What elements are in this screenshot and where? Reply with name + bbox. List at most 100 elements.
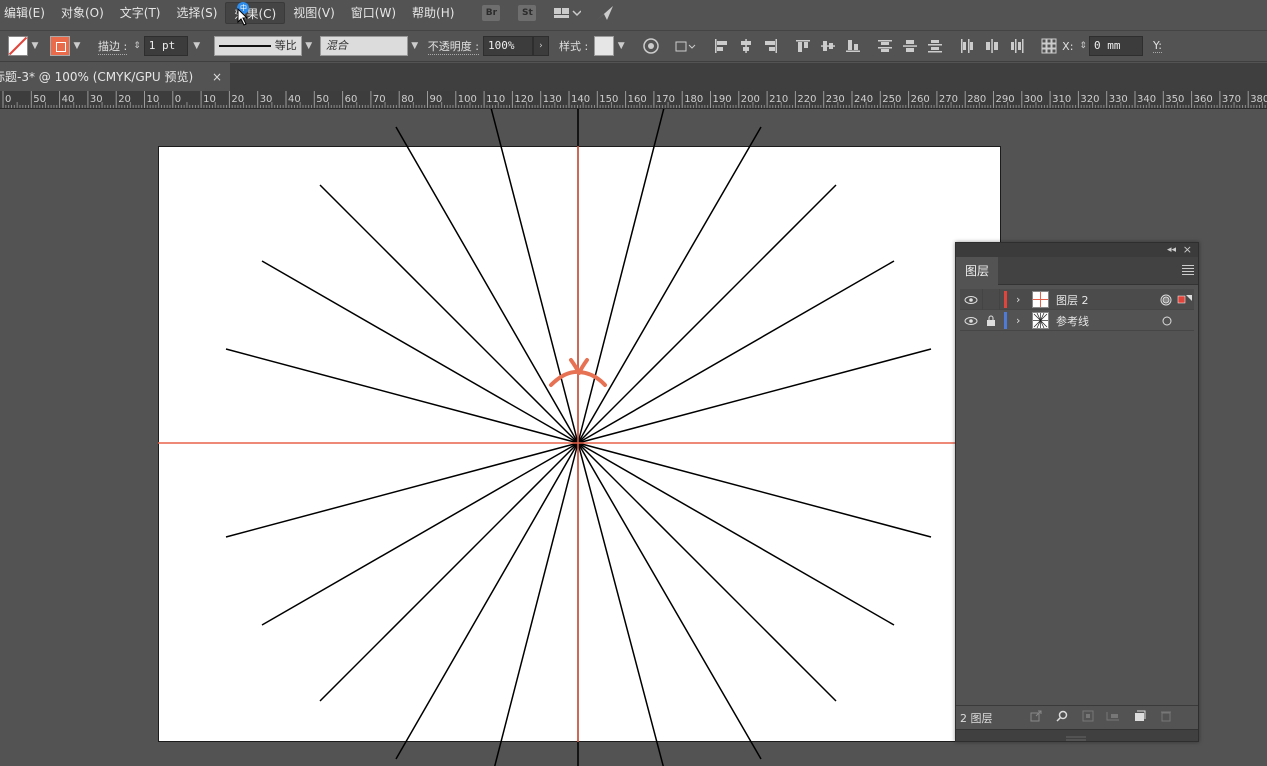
ray-line[interactable] bbox=[493, 442, 579, 766]
ray-line[interactable] bbox=[577, 442, 664, 766]
style-label: 样式 : bbox=[558, 40, 589, 53]
panel-titlebar[interactable]: ◂◂ × bbox=[956, 243, 1198, 257]
layer-color-bar bbox=[1004, 312, 1007, 329]
send-icon[interactable] bbox=[595, 4, 615, 22]
lock-icon[interactable] bbox=[986, 310, 996, 331]
ray-line[interactable] bbox=[577, 184, 837, 444]
chevron-right-icon[interactable]: › bbox=[1016, 310, 1020, 331]
layer-row[interactable]: › 参考线 bbox=[960, 310, 1194, 331]
y-label[interactable]: Y: bbox=[1152, 39, 1162, 53]
layer-name[interactable]: 参考线 bbox=[1056, 310, 1089, 331]
align-left-icon[interactable] bbox=[712, 38, 730, 54]
chevron-down-icon[interactable]: ▼ bbox=[302, 41, 316, 51]
menu-effect[interactable]: 效果(C) 中 bbox=[225, 2, 286, 24]
fill-swatch[interactable] bbox=[8, 36, 28, 56]
chevron-right-icon[interactable]: › bbox=[1016, 289, 1020, 310]
chevron-down-icon[interactable]: ▼ bbox=[614, 41, 628, 51]
close-icon[interactable]: × bbox=[212, 63, 222, 91]
horizontal-ruler[interactable]: 0 50 40 30 20 10 0 10 20 30 40 50 60 70 80 90 100 110 120 1… bbox=[0, 91, 1267, 109]
ray-line[interactable] bbox=[395, 126, 579, 444]
align-top-icon[interactable] bbox=[794, 38, 812, 54]
ray-line[interactable] bbox=[577, 442, 895, 626]
distribute-right-icon[interactable] bbox=[1008, 38, 1026, 54]
export-icon[interactable] bbox=[1030, 710, 1042, 722]
brush-field[interactable]: 混合 bbox=[319, 36, 408, 56]
close-icon[interactable]: × bbox=[1183, 243, 1192, 257]
ray-line[interactable] bbox=[319, 442, 579, 702]
chevron-down-icon[interactable]: ▼ bbox=[28, 41, 42, 51]
panel-resize-handle[interactable] bbox=[956, 729, 1198, 741]
chevron-down-icon[interactable]: ▼ bbox=[190, 41, 204, 51]
ray-line[interactable] bbox=[577, 442, 837, 702]
collapse-icon[interactable]: ◂◂ bbox=[1167, 243, 1176, 257]
align-hcenter-icon[interactable] bbox=[737, 38, 755, 54]
ray-line[interactable] bbox=[577, 126, 762, 444]
eye-icon[interactable] bbox=[964, 289, 978, 310]
recolor-icon[interactable] bbox=[642, 38, 660, 54]
ray-line[interactable] bbox=[319, 184, 579, 444]
align-bottom-icon[interactable] bbox=[844, 38, 862, 54]
transform-grid-icon[interactable] bbox=[1040, 38, 1058, 54]
lock-toggle[interactable] bbox=[982, 289, 1000, 310]
ray-line[interactable] bbox=[261, 442, 579, 626]
distribute-bottom-icon[interactable] bbox=[926, 38, 944, 54]
clipping-mask-icon[interactable] bbox=[1082, 710, 1094, 722]
workspace-switcher-icon[interactable] bbox=[553, 5, 582, 21]
stroke-swatch[interactable] bbox=[50, 36, 70, 56]
document-tab[interactable]: 标题-3* @ 100% (CMYK/GPU 预览) × bbox=[0, 63, 230, 91]
new-sublayer-icon[interactable] bbox=[1106, 710, 1119, 722]
stock-icon[interactable]: St bbox=[518, 5, 537, 21]
align-to-icon[interactable] bbox=[674, 38, 698, 54]
menu-type[interactable]: 文字(T) bbox=[112, 2, 169, 24]
ray-line[interactable] bbox=[489, 109, 579, 444]
eye-icon[interactable] bbox=[964, 310, 978, 331]
ruler-label: 280 bbox=[967, 94, 987, 105]
opacity-label[interactable]: 不透明度 : bbox=[427, 38, 479, 55]
layer-name[interactable]: 图层 2 bbox=[1056, 289, 1089, 310]
mouse-cursor-icon bbox=[237, 8, 249, 26]
ray-line[interactable] bbox=[225, 348, 579, 444]
ray-line[interactable] bbox=[225, 442, 579, 538]
menu-edit[interactable]: 编辑(E) bbox=[0, 2, 53, 24]
delete-icon[interactable] bbox=[1160, 710, 1172, 722]
panel-menu-icon[interactable] bbox=[1182, 265, 1194, 277]
stroke-profile-field[interactable]: 等比 bbox=[213, 36, 302, 56]
chevron-down-icon[interactable]: ▼ bbox=[70, 41, 84, 51]
bridge-icon[interactable]: Br bbox=[482, 5, 501, 21]
ray-line[interactable] bbox=[261, 260, 579, 444]
document-tab-bar: 标题-3* @ 100% (CMYK/GPU 预览) × bbox=[0, 63, 1267, 91]
layer-row[interactable]: › 图层 2 bbox=[960, 289, 1194, 310]
tab-layers[interactable]: 图层 bbox=[956, 257, 998, 285]
stepper-icon[interactable]: ⇕ bbox=[1079, 41, 1087, 51]
ray-line[interactable] bbox=[577, 260, 895, 444]
ray-line[interactable] bbox=[577, 442, 932, 538]
target-icon[interactable] bbox=[1160, 289, 1172, 310]
menu-select[interactable]: 选择(S) bbox=[168, 2, 225, 24]
chevron-down-icon[interactable]: ▼ bbox=[408, 41, 422, 51]
distribute-vcenter-icon[interactable] bbox=[901, 38, 919, 54]
ruler-label: 380 bbox=[1250, 94, 1267, 105]
ray-line[interactable] bbox=[395, 442, 579, 760]
chevron-right-icon[interactable]: › bbox=[532, 36, 549, 56]
search-icon[interactable] bbox=[1056, 710, 1068, 722]
opacity-field[interactable]: 100% bbox=[482, 36, 533, 56]
stepper-icon[interactable]: ⇕ bbox=[133, 41, 141, 51]
distribute-top-icon[interactable] bbox=[876, 38, 894, 54]
distribute-left-icon[interactable] bbox=[958, 38, 976, 54]
menu-help[interactable]: 帮助(H) bbox=[404, 2, 462, 24]
align-vcenter-icon[interactable] bbox=[819, 38, 837, 54]
menu-object[interactable]: 对象(O) bbox=[53, 2, 112, 24]
target-icon[interactable] bbox=[1162, 310, 1172, 331]
ray-line[interactable] bbox=[577, 348, 932, 444]
menu-view[interactable]: 视图(V) bbox=[285, 2, 343, 24]
style-swatch[interactable] bbox=[594, 36, 615, 56]
align-right-icon[interactable] bbox=[762, 38, 780, 54]
ray-line[interactable] bbox=[577, 109, 666, 444]
menu-window[interactable]: 窗口(W) bbox=[343, 2, 404, 24]
stroke-weight-field[interactable]: 1 pt bbox=[143, 36, 188, 56]
distribute-hcenter-icon[interactable] bbox=[983, 38, 1001, 54]
x-field[interactable]: 0 mm bbox=[1088, 36, 1143, 56]
new-layer-icon[interactable] bbox=[1134, 710, 1146, 722]
stroke-label[interactable]: 描边 : bbox=[98, 38, 128, 55]
ray-line[interactable] bbox=[577, 442, 762, 760]
